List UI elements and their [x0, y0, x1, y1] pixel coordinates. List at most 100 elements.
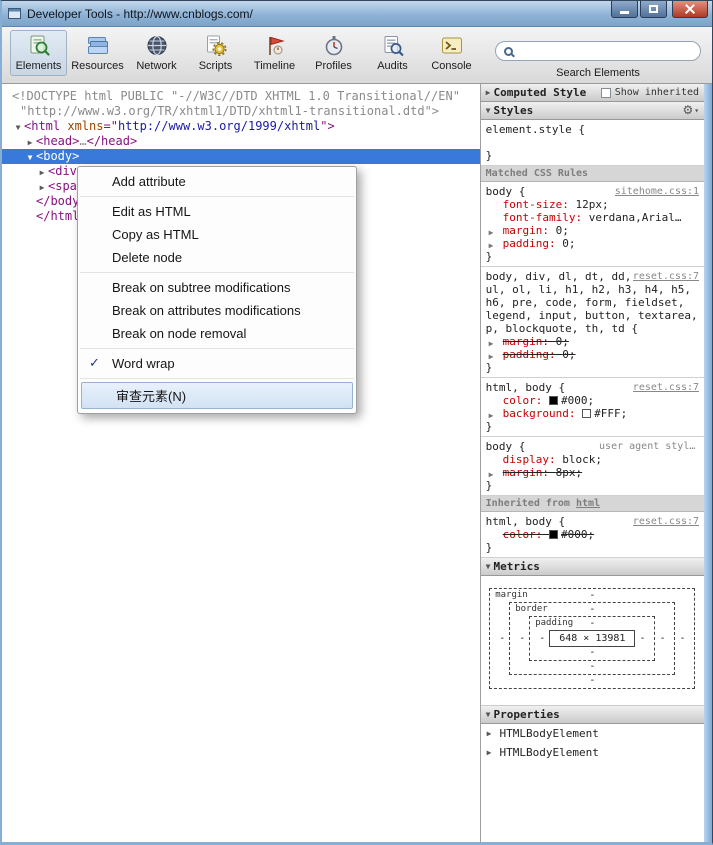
css-file-link[interactable]: reset.css:7: [633, 515, 699, 528]
border-bottom-value[interactable]: -: [515, 661, 669, 673]
menu-item-add-attribute[interactable]: Add attribute: [78, 170, 356, 193]
expanded-arrow-icon[interactable]: ▼: [16, 123, 21, 132]
show-inherited-checkbox[interactable]: [601, 88, 611, 98]
color-swatch: [549, 530, 558, 539]
tab-timeline[interactable]: Timeline: [246, 30, 303, 76]
padding-right-value[interactable]: -: [635, 633, 649, 644]
minimize-icon: [620, 11, 629, 14]
audits-icon: [380, 33, 406, 59]
collapsed-arrow-icon[interactable]: ▶: [489, 239, 494, 252]
element-style-rule: element.style { }: [481, 120, 704, 166]
menu-separator: [80, 378, 354, 379]
tab-profiles[interactable]: Profiles: [305, 30, 362, 76]
menu-item-word-wrap[interactable]: ✓Word wrap: [78, 352, 356, 375]
expanded-arrow-icon: ▼: [486, 560, 491, 573]
tab-audits[interactable]: Audits: [364, 30, 421, 76]
menu-item-break-attributes[interactable]: Break on attributes modifications: [78, 299, 356, 322]
tab-scripts[interactable]: Scripts: [187, 30, 244, 76]
inherited-node-link[interactable]: html: [576, 498, 600, 509]
section-styles[interactable]: ▼ Styles ⚙ ▾: [481, 102, 704, 120]
margin-right-value[interactable]: -: [675, 633, 689, 644]
tab-label: Audits: [377, 60, 408, 72]
expanded-arrow-icon[interactable]: ▼: [28, 153, 33, 162]
panel-tabs: Elements Resources Network Scripts Timel…: [10, 30, 480, 76]
doctype-line[interactable]: <!DOCTYPE html PUBLIC "-//W3C//DTD XHTML…: [2, 89, 480, 104]
menu-item-copy-as-html[interactable]: Copy as HTML: [78, 223, 356, 246]
menu-separator: [80, 348, 354, 349]
close-button[interactable]: [672, 1, 708, 18]
collapsed-arrow-icon[interactable]: ▶: [40, 168, 45, 177]
css-property[interactable]: display: block;: [486, 453, 699, 466]
tree-node-head[interactable]: ▶<head>…</head>: [2, 134, 480, 149]
css-rule: reset.css:7 html, body { color: #000; }: [481, 512, 704, 558]
collapsed-arrow-icon: ▶: [487, 727, 492, 740]
css-property[interactable]: ▶padding: 0;: [486, 237, 699, 250]
section-metrics[interactable]: ▼ Metrics: [481, 558, 704, 576]
css-property[interactable]: font-size: 12px;: [486, 198, 699, 211]
section-properties[interactable]: ▼ Properties: [481, 706, 704, 724]
css-property-overridden[interactable]: ▶margin: 8px;: [486, 466, 699, 479]
properties-item[interactable]: ▶HTMLBodyElement: [481, 724, 704, 743]
metrics-diagram: margin - - border - - padding -: [481, 576, 704, 706]
show-inherited-label: Show inherited: [615, 86, 699, 99]
css-property[interactable]: color: #000;: [486, 394, 699, 407]
css-file-link[interactable]: reset.css:7: [633, 381, 699, 394]
matched-rules-header: Matched CSS Rules: [481, 166, 704, 182]
section-computed-style[interactable]: ▶ Computed Style Show inherited: [481, 84, 704, 102]
menu-item-inspect-element[interactable]: 审查元素(N): [81, 382, 353, 409]
css-property-overridden[interactable]: ▶margin: 0;: [486, 335, 699, 348]
search-area: Search Elements: [492, 30, 704, 79]
collapsed-arrow-icon[interactable]: ▶: [40, 183, 45, 192]
menu-item-break-node-removal[interactable]: Break on node removal: [78, 322, 356, 345]
user-agent-label: user agent styleshe…: [599, 440, 699, 453]
collapsed-arrow-icon: ▶: [487, 746, 492, 759]
margin-left-value[interactable]: -: [495, 633, 509, 644]
tab-elements[interactable]: Elements: [10, 30, 67, 76]
network-icon: [144, 33, 170, 59]
menu-item-delete-node[interactable]: Delete node: [78, 246, 356, 269]
tab-label: Resources: [71, 60, 124, 72]
scripts-icon: [203, 33, 229, 59]
tree-node-html[interactable]: ▼<html xmlns="http://www.w3.org/1999/xht…: [2, 119, 480, 134]
css-property-overridden[interactable]: color: #000;: [486, 528, 699, 541]
menu-item-break-subtree[interactable]: Break on subtree modifications: [78, 276, 356, 299]
border-left-value[interactable]: -: [515, 633, 529, 644]
tab-console[interactable]: Console: [423, 30, 480, 76]
tab-network[interactable]: Network: [128, 30, 185, 76]
console-icon: [439, 33, 465, 59]
maximize-button[interactable]: [640, 1, 667, 18]
padding-left-value[interactable]: -: [535, 633, 549, 644]
css-property-overridden[interactable]: ▶padding: 0;: [486, 348, 699, 361]
tab-label: Timeline: [254, 60, 295, 72]
collapsed-arrow-icon[interactable]: ▶: [489, 468, 494, 481]
css-file-link[interactable]: sitehome.css:1: [615, 185, 699, 198]
margin-box[interactable]: margin - - border - - padding -: [489, 588, 695, 689]
css-property[interactable]: ▶background: #FFF;: [486, 407, 699, 420]
collapsed-arrow-icon[interactable]: ▶: [28, 138, 33, 147]
scrollbar[interactable]: [704, 84, 712, 842]
css-property[interactable]: ▶margin: 0;: [486, 224, 699, 237]
properties-item[interactable]: ▶HTMLBodyElement: [481, 743, 704, 762]
menu-item-edit-as-html[interactable]: Edit as HTML: [78, 200, 356, 223]
tab-label: Console: [431, 60, 471, 72]
margin-bottom-value[interactable]: -: [495, 675, 689, 687]
padding-bottom-value[interactable]: -: [535, 647, 649, 659]
content-size[interactable]: 648 × 13981: [549, 630, 635, 647]
css-property[interactable]: font-family: verdana,Arial…: [486, 211, 699, 224]
padding-box[interactable]: padding - - 648 × 13981 - -: [529, 616, 655, 661]
check-icon: ✓: [89, 355, 100, 371]
border-right-value[interactable]: -: [655, 633, 669, 644]
tree-node-body-selected[interactable]: ▼<body>: [2, 149, 480, 164]
doctype-line[interactable]: "http://www.w3.org/TR/xhtml1/DTD/xhtml1-…: [2, 104, 480, 119]
collapsed-arrow-icon[interactable]: ▶: [489, 409, 494, 422]
css-file-link[interactable]: reset.css:7: [633, 270, 699, 283]
tab-label: Scripts: [199, 60, 233, 72]
search-input[interactable]: [519, 44, 692, 58]
context-menu: Add attribute Edit as HTML Copy as HTML …: [77, 166, 357, 414]
tab-resources[interactable]: Resources: [69, 30, 126, 76]
window-title: Developer Tools - http://www.cnblogs.com…: [27, 7, 609, 21]
border-box[interactable]: border - - padding - - 648 × 13981: [509, 602, 675, 675]
minimize-button[interactable]: [611, 1, 638, 18]
gear-icon[interactable]: ⚙: [682, 104, 693, 117]
collapsed-arrow-icon[interactable]: ▶: [489, 350, 494, 363]
